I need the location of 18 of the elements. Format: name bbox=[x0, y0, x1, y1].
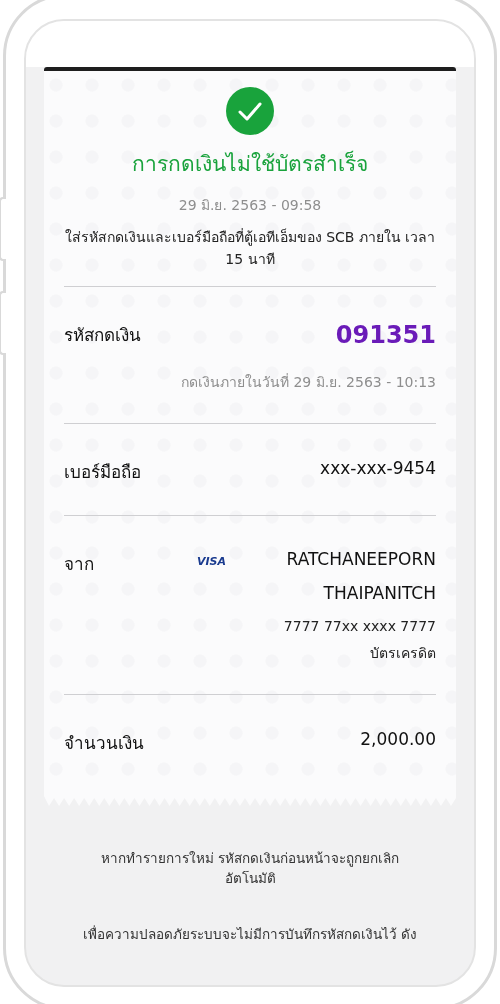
field-label: จาก bbox=[64, 553, 94, 576]
card-type: บัตรเครดิต bbox=[370, 644, 436, 663]
timestamp: 29 มิ.ย. 2563 - 09:58 bbox=[177, 196, 323, 215]
field-value: xxx-xxx-9454 bbox=[320, 458, 436, 478]
card-number: 7777 77xx xxxx 7777 bbox=[283, 618, 436, 634]
card-brand-logo: VISA bbox=[196, 555, 226, 568]
expiry-note: กดเงินภายในวันที่ 29 มิ.ย. 2563 - 10:13 bbox=[180, 372, 436, 392]
cardholder-name: RATCHANEEPORN THAIPANITCH bbox=[285, 548, 436, 605]
field-value: 2,000.00 bbox=[360, 729, 436, 749]
field-label: รหัสกดเงิน bbox=[64, 324, 141, 347]
success-check-icon bbox=[226, 87, 274, 135]
info-text: เพื่อความปลอดภัยระบบจะไม่มีการบันทึกรหัสกดเงินไว้ ดัง bbox=[81, 924, 419, 944]
field-label: เบอร์มือถือ bbox=[64, 461, 141, 484]
field-label: จำนวนเงิน bbox=[64, 732, 144, 755]
withdrawal-code: 091351 bbox=[335, 321, 436, 349]
status-title: การกดเงินไม่ใช้บัตรสำเร็จ bbox=[131, 149, 369, 178]
info-text: หากทำรายการใหม่ รหัสกดเงินก่อนหน้าจะถูกยกเลิกอัตโนมัติ bbox=[99, 849, 401, 888]
instruction-text: ใส่รหัสกดเงินและเบอร์มือถือที่ตู้เอทีเอ็มของ SCB ภายใน เวลา 15 นาที bbox=[63, 227, 437, 269]
